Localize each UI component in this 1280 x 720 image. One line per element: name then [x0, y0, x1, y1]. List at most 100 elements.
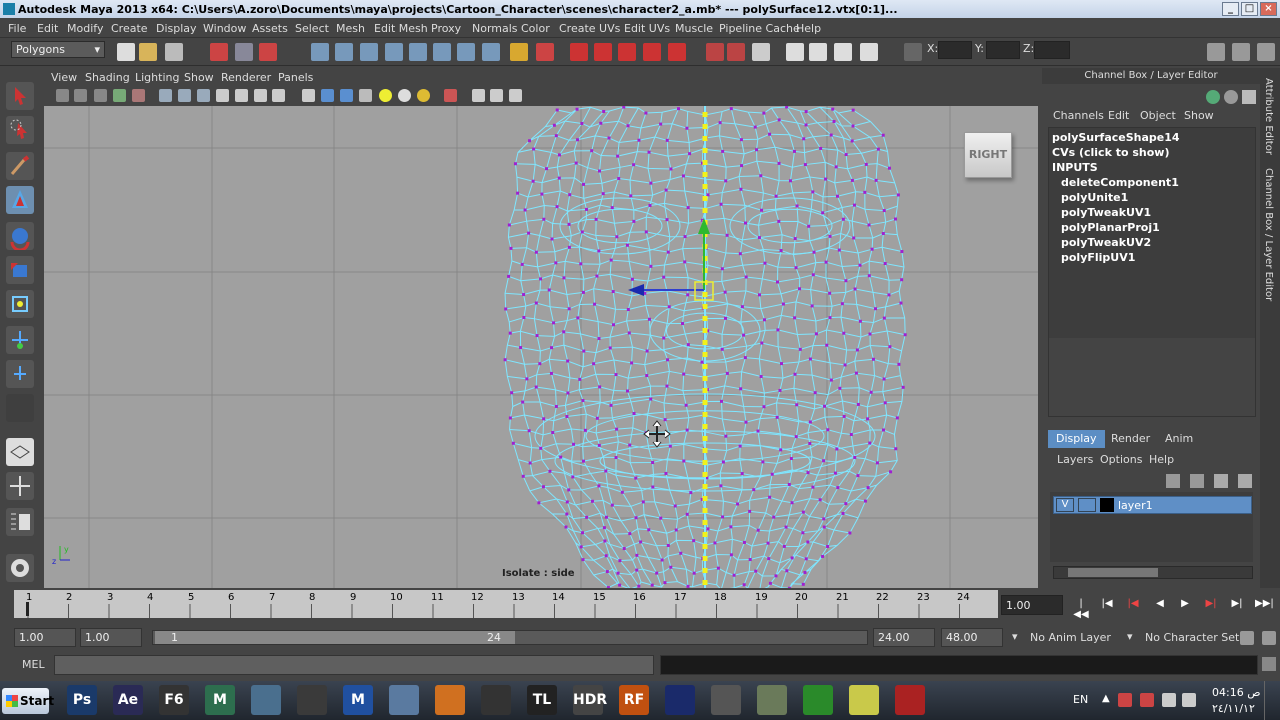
auto-key-icon[interactable] [1240, 631, 1254, 645]
char-set-arrow-icon[interactable]: ▾ [1127, 630, 1133, 643]
z-input[interactable] [1034, 41, 1070, 59]
view-cube[interactable]: RIGHT [964, 132, 1012, 178]
script-editor-icon[interactable] [1262, 657, 1276, 671]
taskbar-app-icon[interactable] [297, 685, 327, 715]
single-perspective-layout-icon[interactable] [6, 438, 34, 466]
menu-muscle[interactable]: Muscle [675, 22, 713, 35]
wireframe-icon[interactable] [302, 89, 315, 102]
layer-name[interactable]: layer1 [1118, 499, 1153, 512]
new-scene-icon[interactable] [117, 43, 135, 61]
tray-icon-a[interactable] [1118, 693, 1132, 707]
menu-pipeline-cache[interactable]: Pipeline Cache [719, 22, 800, 35]
taskbar-app-icon[interactable]: M [343, 685, 373, 715]
close-button[interactable]: × [1260, 2, 1277, 16]
taskbar-app-icon[interactable]: RF [619, 685, 649, 715]
show-manipulator-icon[interactable] [6, 360, 34, 388]
animation-start-field[interactable]: 1.00 [14, 628, 76, 647]
menu-assets[interactable]: Assets [252, 22, 288, 35]
input-node[interactable]: polyPlanarProj1 [1061, 221, 1160, 234]
taskbar-app-icon[interactable] [389, 685, 419, 715]
face-mask-icon[interactable] [360, 43, 378, 61]
select-hierarchy-icon[interactable] [210, 43, 228, 61]
time-ruler[interactable]: 1 2 3 4 5 6 7 8 9 10 11 12 13 14 15 16 1… [14, 590, 998, 618]
input-node[interactable]: deleteComponent1 [1061, 176, 1179, 189]
menu-proxy[interactable]: Proxy [431, 22, 461, 35]
panel-menu-panels[interactable]: Panels [278, 71, 313, 84]
taskbar-app-icon[interactable] [803, 685, 833, 715]
gate-mask-icon[interactable] [216, 89, 229, 102]
make-live-icon[interactable] [668, 43, 686, 61]
construction-history-icon[interactable] [752, 43, 770, 61]
smooth-shade-icon[interactable] [321, 89, 334, 102]
field-chart-icon[interactable] [235, 89, 248, 102]
move-layer-down-icon[interactable] [1238, 474, 1252, 488]
move-tool-icon[interactable] [6, 186, 34, 214]
cvs-toggle[interactable]: CVs (click to show) [1052, 146, 1170, 159]
x-input[interactable] [938, 41, 972, 59]
animation-preferences-icon[interactable] [1262, 631, 1276, 645]
taskbar-app-icon[interactable]: HDR [573, 685, 607, 715]
show-hidden-icons-icon[interactable]: ▲ [1102, 693, 1110, 704]
panel-menu-renderer[interactable]: Renderer [221, 71, 271, 84]
channel-box-tab[interactable]: Channel Box / Layer Editor [1263, 168, 1274, 301]
layer-menu-options[interactable]: Options [1100, 453, 1142, 466]
mel-label[interactable]: MEL [22, 658, 45, 671]
menu-set-dropdown[interactable]: Polygons ▾ [11, 41, 105, 58]
menu-window[interactable]: Window [203, 22, 246, 35]
taskbar-app-icon[interactable] [711, 685, 741, 715]
select-camera-icon[interactable] [56, 89, 69, 102]
textured-icon[interactable] [359, 89, 372, 102]
tab-anim[interactable]: Anim [1157, 430, 1201, 448]
open-scene-icon[interactable] [139, 43, 157, 61]
range-slider-handle[interactable]: 1 24 [155, 631, 515, 644]
current-frame-field[interactable]: 1.00 [1001, 595, 1063, 615]
snap-grid-icon[interactable] [570, 43, 588, 61]
cb-menu-channels[interactable]: Channels [1053, 109, 1104, 122]
input-node[interactable]: polyFlipUV1 [1061, 251, 1135, 264]
bookmarks-icon[interactable] [94, 89, 107, 102]
taskbar-app-icon[interactable] [481, 685, 511, 715]
tray-icon-b[interactable] [1140, 693, 1154, 707]
shadows-icon[interactable] [417, 89, 430, 102]
sculpt-tool-icon[interactable] [6, 554, 34, 582]
layer-scroll-thumb[interactable] [1068, 568, 1158, 577]
safe-title-icon[interactable] [272, 89, 285, 102]
anim-layer-arrow-icon[interactable]: ▾ [1012, 630, 1018, 643]
input-node[interactable]: polyTweakUV2 [1061, 236, 1151, 249]
menu-display[interactable]: Display [156, 22, 197, 35]
command-input[interactable] [54, 655, 654, 675]
resolution-gate-icon[interactable] [197, 89, 210, 102]
input-node[interactable]: polyTweakUV1 [1061, 206, 1151, 219]
move-manipulator[interactable] [628, 218, 714, 301]
film-gate-icon[interactable] [178, 89, 191, 102]
layer-scrollbar[interactable] [1053, 566, 1253, 579]
anim-layer-dropdown[interactable]: No Anim Layer [1030, 631, 1111, 644]
menu-select[interactable]: Select [295, 22, 329, 35]
volume-icon[interactable] [1182, 693, 1196, 707]
tab-display[interactable]: Display [1048, 430, 1105, 448]
isolate-select-icon[interactable] [444, 89, 457, 102]
menu-edit[interactable]: Edit [37, 22, 58, 35]
layer-menu-layers[interactable]: Layers [1057, 453, 1093, 466]
menu-help[interactable]: Help [796, 22, 821, 35]
step-forward-frame-icon[interactable]: ▶| [1229, 598, 1245, 612]
layer-color-swatch[interactable] [1100, 498, 1114, 512]
edge-mask-icon[interactable] [335, 43, 353, 61]
two-d-pan-zoom-icon[interactable] [132, 89, 145, 102]
select-object-icon[interactable] [235, 43, 253, 61]
uv-mask-icon[interactable] [385, 43, 403, 61]
grid-toggle-icon[interactable] [159, 89, 172, 102]
channel-box-icon-b[interactable] [1224, 90, 1238, 104]
taskbar-app-icon[interactable]: Ps [67, 685, 97, 715]
taskbar-app-icon[interactable] [895, 685, 925, 715]
camera-attributes-icon[interactable] [74, 89, 87, 102]
cb-menu-object[interactable]: Object [1140, 109, 1176, 122]
xray-joints-icon[interactable] [490, 89, 503, 102]
snap-point-icon[interactable] [618, 43, 636, 61]
character-set-dropdown[interactable]: No Character Set [1145, 631, 1239, 644]
channel-box-icon-c[interactable] [1242, 90, 1256, 104]
xray-components-icon[interactable] [509, 89, 522, 102]
taskbar-app-icon[interactable] [757, 685, 787, 715]
save-scene-icon[interactable] [165, 43, 183, 61]
step-back-frame-icon[interactable]: |◀ [1099, 598, 1115, 612]
